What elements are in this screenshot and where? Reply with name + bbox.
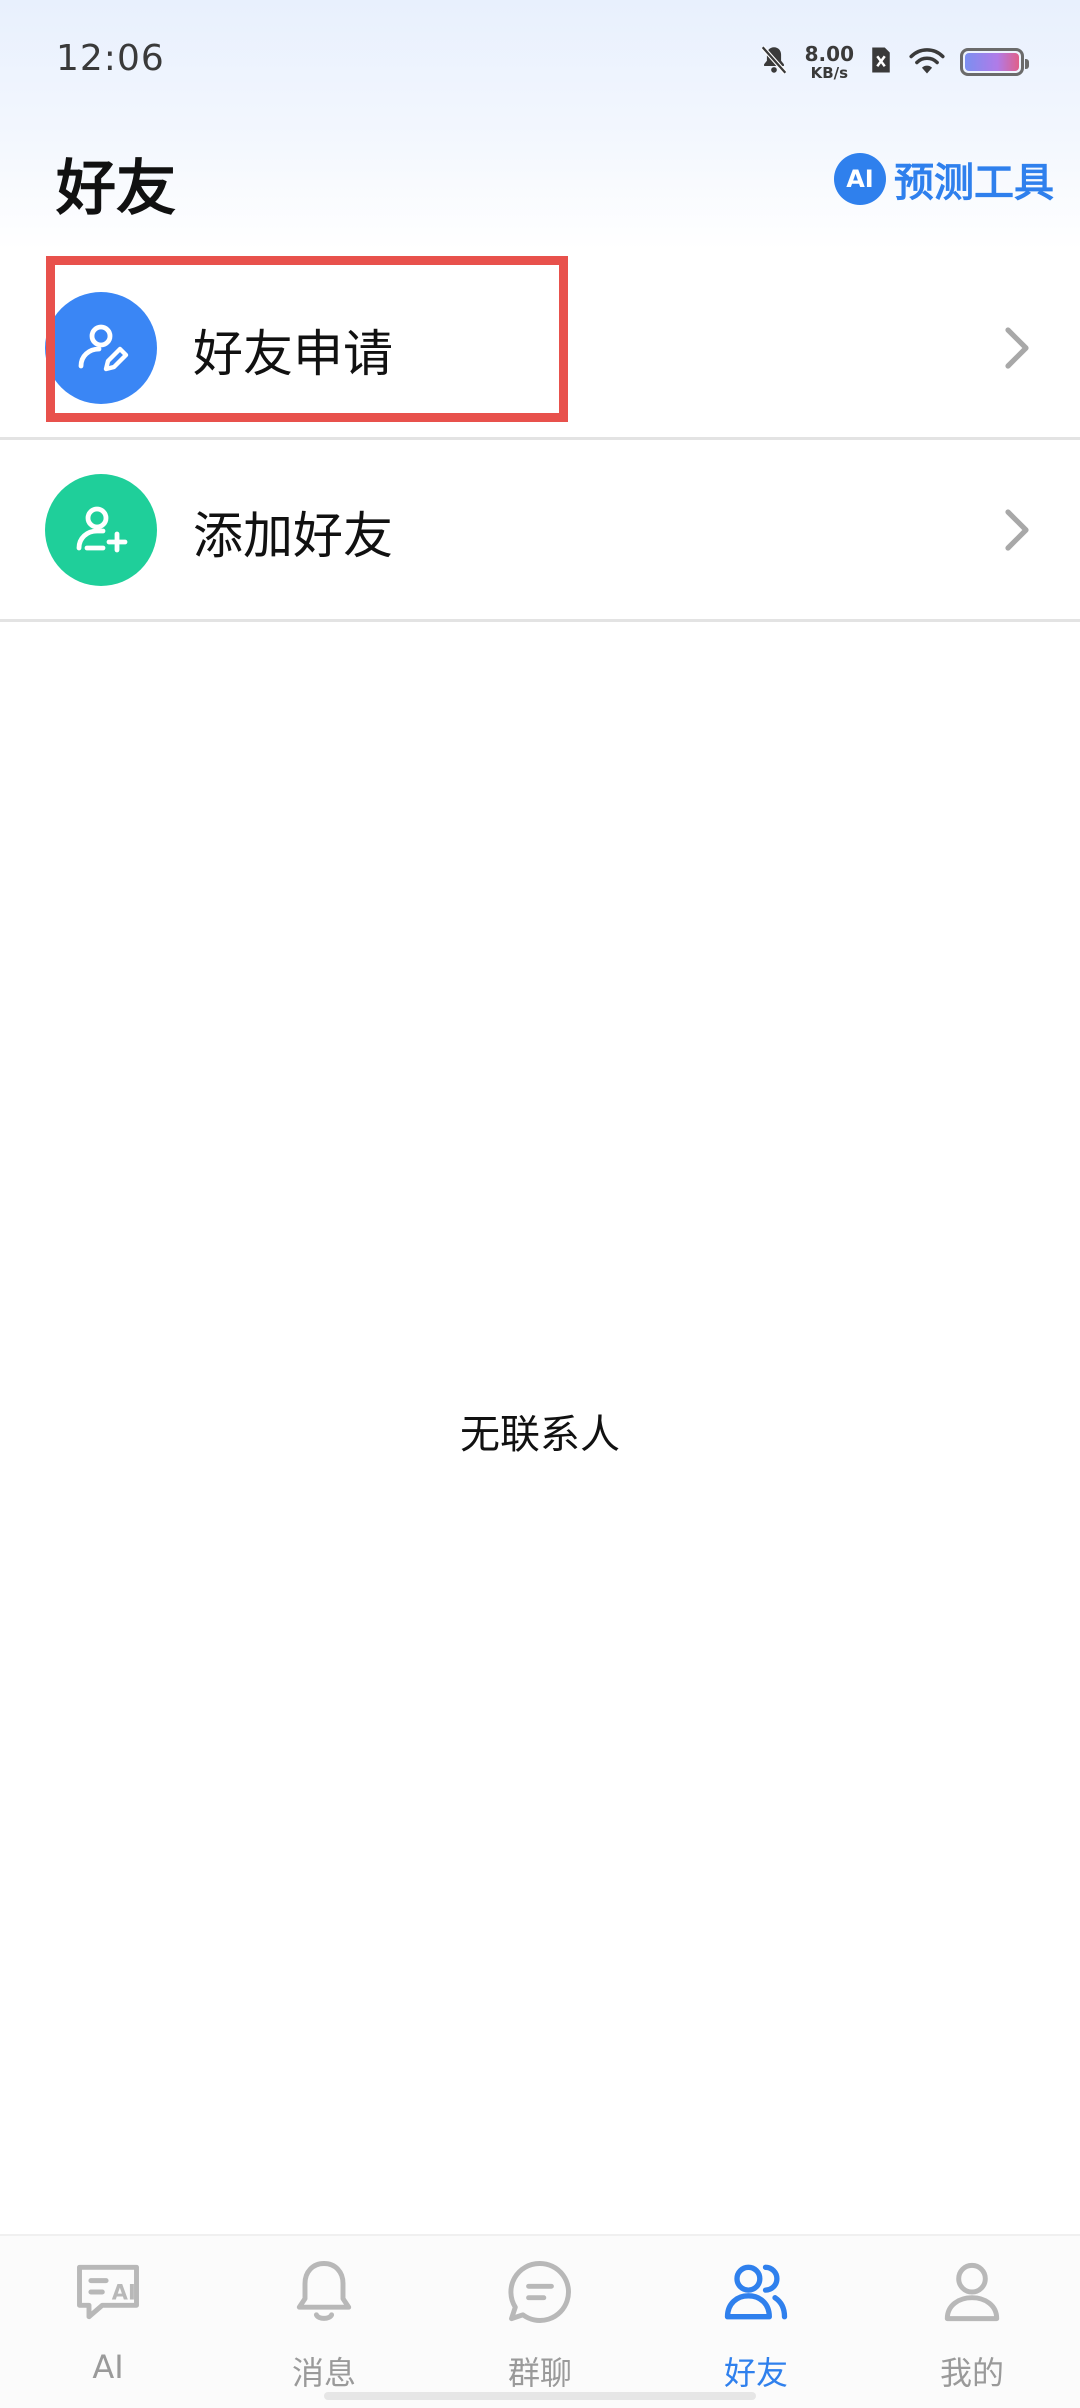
nav-item-ai[interactable]: AI AI — [0, 2236, 216, 2408]
status-time: 12:06 — [56, 38, 165, 79]
bottom-navigation: AI AI 消息 群聊 好友 我的 — [0, 2234, 1080, 2408]
nav-item-group-chat[interactable]: 群聊 — [432, 2236, 648, 2408]
friends-icon — [724, 2264, 788, 2320]
network-speed: 8.00 KB/s — [805, 44, 854, 81]
bell-icon — [296, 2261, 352, 2321]
network-speed-value: 8.00 — [804, 41, 854, 66]
ai-tool-label: 预测工具 — [894, 160, 1054, 206]
svg-text:AI: AI — [112, 2281, 136, 2305]
friends-screen: 12:06 8.00 KB/s 好友 AI 预测工具 好友申请 添加好友 无联系… — [0, 0, 1080, 2408]
user-add-icon — [45, 474, 157, 586]
nav-label-ai: AI — [92, 2348, 124, 2386]
friend-requests-label: 好友申请 — [193, 325, 393, 383]
nav-item-me[interactable]: 我的 — [864, 2236, 1080, 2408]
network-speed-unit: KB/s — [810, 63, 849, 82]
nav-label-me: 我的 — [939, 2354, 1004, 2392]
add-friend-row[interactable]: 添加好友 — [0, 440, 1080, 622]
ai-badge-icon: AI — [834, 153, 886, 205]
nav-item-friends[interactable]: 好友 — [648, 2236, 864, 2408]
empty-contacts-text: 无联系人 — [460, 1412, 620, 1458]
home-indicator[interactable] — [324, 2392, 756, 2400]
battery-icon — [960, 48, 1029, 76]
sim-blocked-icon — [868, 45, 894, 79]
status-icons: 8.00 KB/s — [757, 40, 1029, 84]
chevron-right-icon — [1005, 327, 1029, 369]
add-friend-label: 添加好友 — [193, 507, 393, 565]
ai-chat-icon: AI — [77, 2264, 139, 2320]
ai-prediction-tool-button[interactable]: AI 预测工具 — [834, 150, 1054, 208]
profile-icon — [944, 2262, 1000, 2322]
wifi-icon — [908, 45, 946, 79]
page-title: 好友 — [56, 154, 176, 224]
nav-label-friends: 好友 — [723, 2354, 788, 2392]
status-bar: 12:06 8.00 KB/s — [0, 0, 1080, 120]
friend-requests-row[interactable]: 好友申请 — [0, 258, 1080, 440]
bell-muted-icon — [757, 43, 791, 81]
user-edit-icon — [45, 292, 157, 404]
chat-bubble-icon — [508, 2261, 571, 2323]
nav-item-messages[interactable]: 消息 — [216, 2236, 432, 2408]
nav-label-messages: 消息 — [291, 2354, 356, 2392]
battery-level — [965, 53, 1019, 71]
chevron-right-icon — [1005, 509, 1029, 551]
nav-label-group-chat: 群聊 — [507, 2354, 572, 2392]
